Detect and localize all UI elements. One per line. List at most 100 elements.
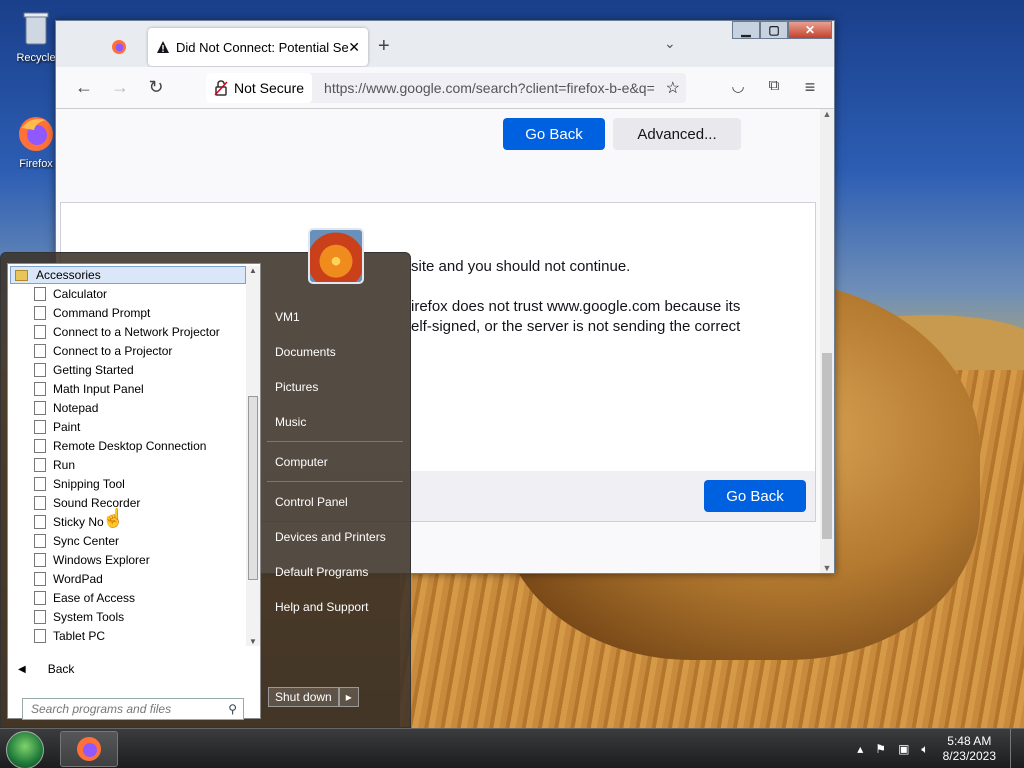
program-item[interactable]: WordPad <box>10 569 246 588</box>
tab-active[interactable]: Did Not Connect: Potential Sec ✕ <box>148 28 368 66</box>
program-item[interactable]: System Tools <box>10 607 246 626</box>
program-item[interactable]: Math Input Panel <box>10 379 246 398</box>
start-button[interactable] <box>6 731 44 768</box>
program-label: Remote Desktop Connection <box>53 438 207 453</box>
scroll-up-icon[interactable]: ▲ <box>246 266 260 275</box>
start-menu-link-music[interactable]: Music <box>267 404 403 439</box>
forward-button[interactable]: → <box>108 77 132 99</box>
scroll-down-icon[interactable]: ▼ <box>820 563 834 573</box>
system-tray: ▴ ⚑ ▣ 🔈︎ 5:48 AM 8/23/2023 <box>851 729 1024 768</box>
new-tab-button[interactable]: + <box>378 35 390 58</box>
program-item[interactable]: Run <box>10 455 246 474</box>
program-label: Sync Center <box>53 533 120 548</box>
show-hidden-icons-icon[interactable]: ▴ <box>857 742 863 756</box>
bookmark-star-icon[interactable]: ☆ <box>666 78 680 98</box>
program-item[interactable]: Sound Recorder <box>10 493 246 512</box>
program-item[interactable]: Connect to a Projector <box>10 341 246 360</box>
shutdown-options-arrow-icon[interactable]: ▸ <box>338 687 359 707</box>
program-item[interactable]: Snipping Tool <box>10 474 246 493</box>
search-input[interactable]: Search programs and files ⚲ <box>22 698 244 720</box>
network-icon[interactable]: ▣ <box>898 742 909 756</box>
program-label: Windows Explorer <box>53 552 150 567</box>
url-text[interactable]: https://www.google.com/search?client=fir… <box>324 80 664 96</box>
program-item[interactable]: Sticky No <box>10 512 246 531</box>
extensions-icon[interactable]: ⧉ <box>762 77 786 99</box>
program-icon <box>34 533 46 548</box>
folder-accessories[interactable]: Accessories <box>10 266 246 284</box>
start-menu-link-vm1[interactable]: VM1 <box>267 299 403 334</box>
close-tab-icon[interactable]: ✕ <box>348 39 360 56</box>
program-item[interactable]: Remote Desktop Connection <box>10 436 246 455</box>
start-menu-link-documents[interactable]: Documents <box>267 334 403 369</box>
program-item[interactable]: Getting Started <box>10 360 246 379</box>
desktop-icon-label: Recycle <box>16 52 56 64</box>
program-icon <box>34 476 46 491</box>
program-item[interactable]: Calculator <box>10 284 246 303</box>
close-window-button[interactable]: ✕ <box>788 21 832 39</box>
program-icon <box>34 590 46 605</box>
program-item[interactable]: Sync Center <box>10 531 246 550</box>
start-menu-link-help-and-support[interactable]: Help and Support <box>267 589 403 624</box>
tab-strip: Did Not Connect: Potential Sec ✕ + ⌄ ▁ ▢… <box>56 21 834 67</box>
separator <box>267 441 403 442</box>
window-controls: ▁ ▢ ✕ <box>732 21 832 41</box>
advanced-button[interactable]: Advanced... <box>613 118 741 150</box>
site-security-indicator[interactable]: Not Secure <box>206 73 313 103</box>
pocket-icon[interactable]: ◡ <box>726 77 750 99</box>
go-back-button-bottom[interactable]: Go Back <box>704 480 806 512</box>
program-list-scrollbar[interactable]: ▲ ▼ <box>246 266 260 646</box>
program-icon <box>34 457 46 472</box>
start-menu-link-control-panel[interactable]: Control Panel <box>267 484 403 519</box>
program-item[interactable]: Ease of Access <box>10 588 246 607</box>
maximize-button[interactable]: ▢ <box>760 21 788 39</box>
taskbar-firefox-button[interactable] <box>60 731 118 767</box>
scroll-down-icon[interactable]: ▼ <box>246 637 260 646</box>
list-tabs-button[interactable]: ⌄ <box>664 35 676 52</box>
menu-icon[interactable]: ≡ <box>798 77 822 99</box>
program-icon <box>34 400 46 415</box>
taskbar: ▴ ⚑ ▣ 🔈︎ 5:48 AM 8/23/2023 <box>0 728 1024 768</box>
program-icon <box>34 571 46 586</box>
scrollbar-thumb[interactable] <box>248 396 258 580</box>
clock[interactable]: 5:48 AM 8/23/2023 <box>943 734 996 764</box>
program-label: Snipping Tool <box>53 476 125 491</box>
firefox-icon <box>16 114 56 154</box>
folder-icon <box>15 269 28 281</box>
start-menu-link-computer[interactable]: Computer <box>267 444 403 479</box>
start-menu-link-devices-and-printers[interactable]: Devices and Printers <box>267 519 403 554</box>
program-item[interactable]: Paint <box>10 417 246 436</box>
program-icon <box>34 438 46 453</box>
back-button[interactable]: ◀ Back <box>18 662 74 676</box>
tab-title: Did Not Connect: Potential Sec <box>176 39 349 55</box>
program-item[interactable]: Tablet PC <box>10 626 246 645</box>
program-item[interactable]: Notepad <box>10 398 246 417</box>
back-button[interactable]: ← <box>72 77 96 99</box>
start-menu-link-default-programs[interactable]: Default Programs <box>267 554 403 589</box>
url-bar[interactable]: Not Secure https://www.google.com/search… <box>206 73 686 103</box>
unlocked-icon <box>214 80 228 96</box>
scroll-up-icon[interactable]: ▲ <box>820 109 834 119</box>
minimize-button[interactable]: ▁ <box>732 21 760 39</box>
go-back-button-top[interactable]: Go Back <box>503 118 605 150</box>
scrollbar-thumb[interactable] <box>822 353 832 539</box>
page-scrollbar[interactable]: ▲ ▼ <box>820 109 834 573</box>
show-desktop-button[interactable] <box>1010 729 1024 768</box>
program-item[interactable]: Windows Explorer <box>10 550 246 569</box>
shutdown-button[interactable]: Shut down <box>268 687 339 707</box>
program-icon <box>34 514 46 529</box>
volume-icon[interactable]: 🔈︎ <box>921 742 928 757</box>
action-center-flag-icon[interactable]: ⚑ <box>875 742 886 756</box>
program-icon <box>34 628 46 643</box>
program-label: Connect to a Projector <box>53 343 173 358</box>
back-label: Back <box>47 662 75 676</box>
reload-button[interactable]: ↻ <box>144 77 168 99</box>
program-icon <box>34 343 46 358</box>
program-label: Connect to a Network Projector <box>53 324 220 339</box>
clock-date: 8/23/2023 <box>942 749 996 763</box>
program-icon <box>34 609 46 624</box>
program-item[interactable]: Connect to a Network Projector <box>10 322 246 341</box>
program-icon <box>34 362 46 377</box>
pinned-tab-firefox[interactable] <box>96 31 142 63</box>
start-menu-link-pictures[interactable]: Pictures <box>267 369 403 404</box>
program-item[interactable]: Command Prompt <box>10 303 246 322</box>
